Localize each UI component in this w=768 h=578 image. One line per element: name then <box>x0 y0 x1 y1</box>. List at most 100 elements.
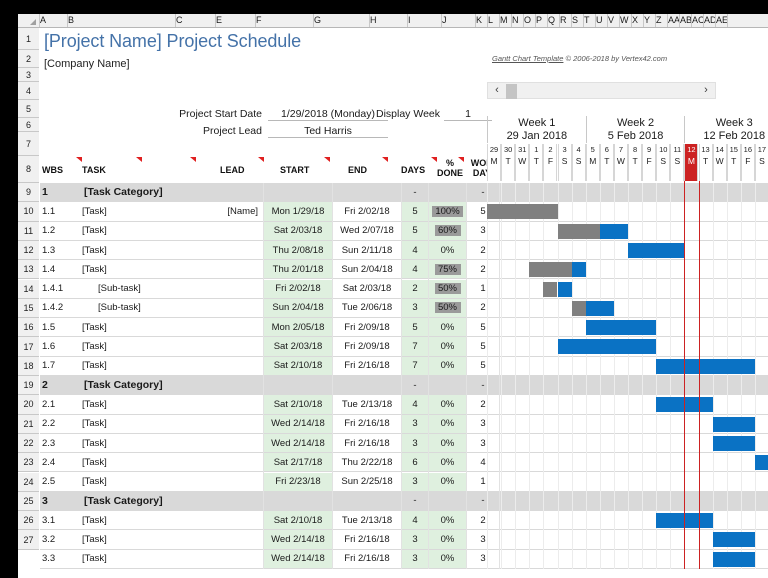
table-header-lead[interactable]: LEAD <box>220 165 264 175</box>
cell-start-date[interactable]: Thu 2/08/18 <box>264 240 332 260</box>
cell-wbs[interactable]: 2.4 <box>42 453 80 471</box>
cell-end-date[interactable]: Fri 2/16/18 <box>333 415 401 433</box>
cell-days[interactable]: 4 <box>402 395 428 414</box>
row-header-6[interactable]: 6 <box>18 118 39 132</box>
row-header-10[interactable]: 10 <box>18 202 39 222</box>
cell-percent-done[interactable] <box>429 376 466 394</box>
table-row[interactable]: 1.4.1 [Sub-task] Fri 2/02/18 Sat 2/03/18 2 50… <box>40 279 768 299</box>
table-row[interactable]: 3.2 [Task] Wed 2/14/18 Fri 2/16/18 3 0% 3 <box>40 530 768 550</box>
cell-lead[interactable] <box>200 222 262 240</box>
cell-percent-done[interactable]: 0% <box>429 414 466 433</box>
cell-wbs[interactable]: 2 <box>42 376 80 394</box>
cell-work-days[interactable]: - <box>467 376 499 394</box>
cell-work-days[interactable]: 5 <box>467 337 499 355</box>
row-header-7[interactable]: 7 <box>18 132 39 156</box>
row-header-15[interactable]: 15 <box>18 298 39 319</box>
table-header-days[interactable]: DAYS <box>401 165 437 175</box>
column-header-S[interactable]: S <box>572 14 584 27</box>
column-header-U[interactable]: U <box>596 14 608 27</box>
cell-days[interactable]: 6 <box>402 453 428 472</box>
cell-work-days[interactable]: 1 <box>467 473 499 491</box>
cell-start-date[interactable]: Fri 2/23/18 <box>264 472 332 491</box>
table-header-end[interactable]: END <box>348 165 388 175</box>
row-header-3[interactable]: 3 <box>18 68 39 82</box>
cell-work-days[interactable]: 2 <box>467 260 499 278</box>
table-row[interactable]: 1.4.2 [Sub-task] Sun 2/04/18 Tue 2/06/18 3 50… <box>40 298 768 319</box>
cell-work-days[interactable]: 1 <box>467 280 499 298</box>
cell-wbs[interactable]: 3.2 <box>42 530 80 548</box>
cell-wbs[interactable]: 1.4.1 <box>42 280 80 298</box>
cell-end-date[interactable] <box>333 183 401 201</box>
row-header-20[interactable]: 20 <box>18 395 39 415</box>
cell-start-date[interactable]: Wed 2/14/18 <box>264 433 332 453</box>
cell-lead[interactable]: [Name] <box>200 202 262 220</box>
cell-lead[interactable] <box>200 511 262 529</box>
cell-wbs[interactable]: 1.6 <box>42 337 80 355</box>
column-header-AA[interactable]: AA <box>668 14 680 27</box>
cell-work-days[interactable]: - <box>467 183 499 201</box>
cell-start-date[interactable]: Wed 2/14/18 <box>264 549 332 568</box>
template-credit[interactable]: Gantt Chart Template © 2006-2018 by Vert… <box>492 54 667 63</box>
cell-wbs[interactable]: 2.2 <box>42 415 80 433</box>
row-header-13[interactable]: 13 <box>18 260 39 280</box>
cell-lead[interactable] <box>200 376 262 394</box>
cell-percent-done[interactable]: 0% <box>429 337 466 356</box>
scrollbar-thumb[interactable] <box>506 84 517 99</box>
cell-percent-done[interactable]: 0% <box>429 433 466 453</box>
row-header-18[interactable]: 18 <box>18 356 39 376</box>
cell-lead[interactable] <box>200 260 262 278</box>
cell-percent-done[interactable]: 0% <box>429 356 466 375</box>
cell-start-date[interactable]: Sat 2/17/18 <box>264 453 332 472</box>
row-header-4[interactable]: 4 <box>18 82 39 100</box>
cell-start-date[interactable]: Wed 2/14/18 <box>264 530 332 549</box>
table-header-task[interactable]: TASK <box>82 165 142 175</box>
cell-start-date[interactable]: Sat 2/10/18 <box>264 356 332 375</box>
table-category-row[interactable]: 3 [Task Category] - - <box>40 491 768 512</box>
row-header-27[interactable]: 27 <box>18 530 39 550</box>
cell-lead[interactable] <box>200 241 262 259</box>
cell-percent-done[interactable]: 0% <box>429 395 466 414</box>
column-header-N[interactable]: N <box>512 14 524 27</box>
cell-days[interactable]: 2 <box>402 279 428 298</box>
column-header-J[interactable]: J <box>442 14 476 27</box>
cell-percent-done[interactable]: 0% <box>429 453 466 472</box>
cell-wbs[interactable]: 1.1 <box>42 202 80 220</box>
column-header-Z[interactable]: Z <box>656 14 668 27</box>
cell-wbs[interactable]: 3 <box>42 492 80 510</box>
cell-percent-done[interactable]: 100% <box>429 202 466 221</box>
cell-end-date[interactable]: Fri 2/16/18 <box>333 530 401 548</box>
cell-days[interactable]: - <box>402 183 428 201</box>
cell-lead[interactable] <box>200 395 262 413</box>
cell-percent-done[interactable]: 75% <box>429 260 466 279</box>
cell-end-date[interactable]: Sun 2/11/18 <box>333 241 401 259</box>
cell-wbs[interactable]: 3.3 <box>42 550 80 568</box>
cell-end-date[interactable]: Sun 2/04/18 <box>333 260 401 278</box>
cell-days[interactable]: 7 <box>402 356 428 375</box>
column-header-R[interactable]: R <box>560 14 572 27</box>
cell-work-days[interactable]: 2 <box>467 241 499 259</box>
cell-days[interactable]: 3 <box>402 549 428 568</box>
cell-lead[interactable] <box>200 318 262 336</box>
table-row[interactable]: 1.6 [Task] Sat 2/03/18 Fri 2/09/18 7 0% 5 <box>40 337 768 357</box>
column-header-V[interactable]: V <box>608 14 620 27</box>
value-display-week[interactable]: 1 <box>444 108 492 121</box>
cell-percent-done[interactable]: 0% <box>429 240 466 260</box>
select-all-corner[interactable] <box>18 14 40 27</box>
cell-lead[interactable] <box>200 415 262 433</box>
table-header-wbs[interactable]: WBS <box>42 165 80 175</box>
cell-wbs[interactable]: 2.3 <box>42 434 80 452</box>
cell-start-date[interactable]: Sun 2/04/18 <box>264 298 332 318</box>
cell-end-date[interactable]: Fri 2/16/18 <box>333 357 401 375</box>
column-header-H[interactable]: H <box>370 14 408 27</box>
column-header-F[interactable]: F <box>256 14 314 27</box>
template-link[interactable]: Gantt Chart Template <box>492 54 563 63</box>
cell-end-date[interactable] <box>333 376 401 394</box>
cell-lead[interactable] <box>200 550 262 568</box>
cell-percent-done[interactable]: 0% <box>429 318 466 337</box>
column-header-C[interactable]: C <box>176 14 216 27</box>
row-header-11[interactable]: 11 <box>18 221 39 241</box>
cell-start-date[interactable]: Thu 2/01/18 <box>264 260 332 279</box>
cell-wbs[interactable]: 2.1 <box>42 395 80 413</box>
cell-start-date[interactable]: Wed 2/14/18 <box>264 414 332 433</box>
row-header-8[interactable]: 8 <box>18 156 39 183</box>
